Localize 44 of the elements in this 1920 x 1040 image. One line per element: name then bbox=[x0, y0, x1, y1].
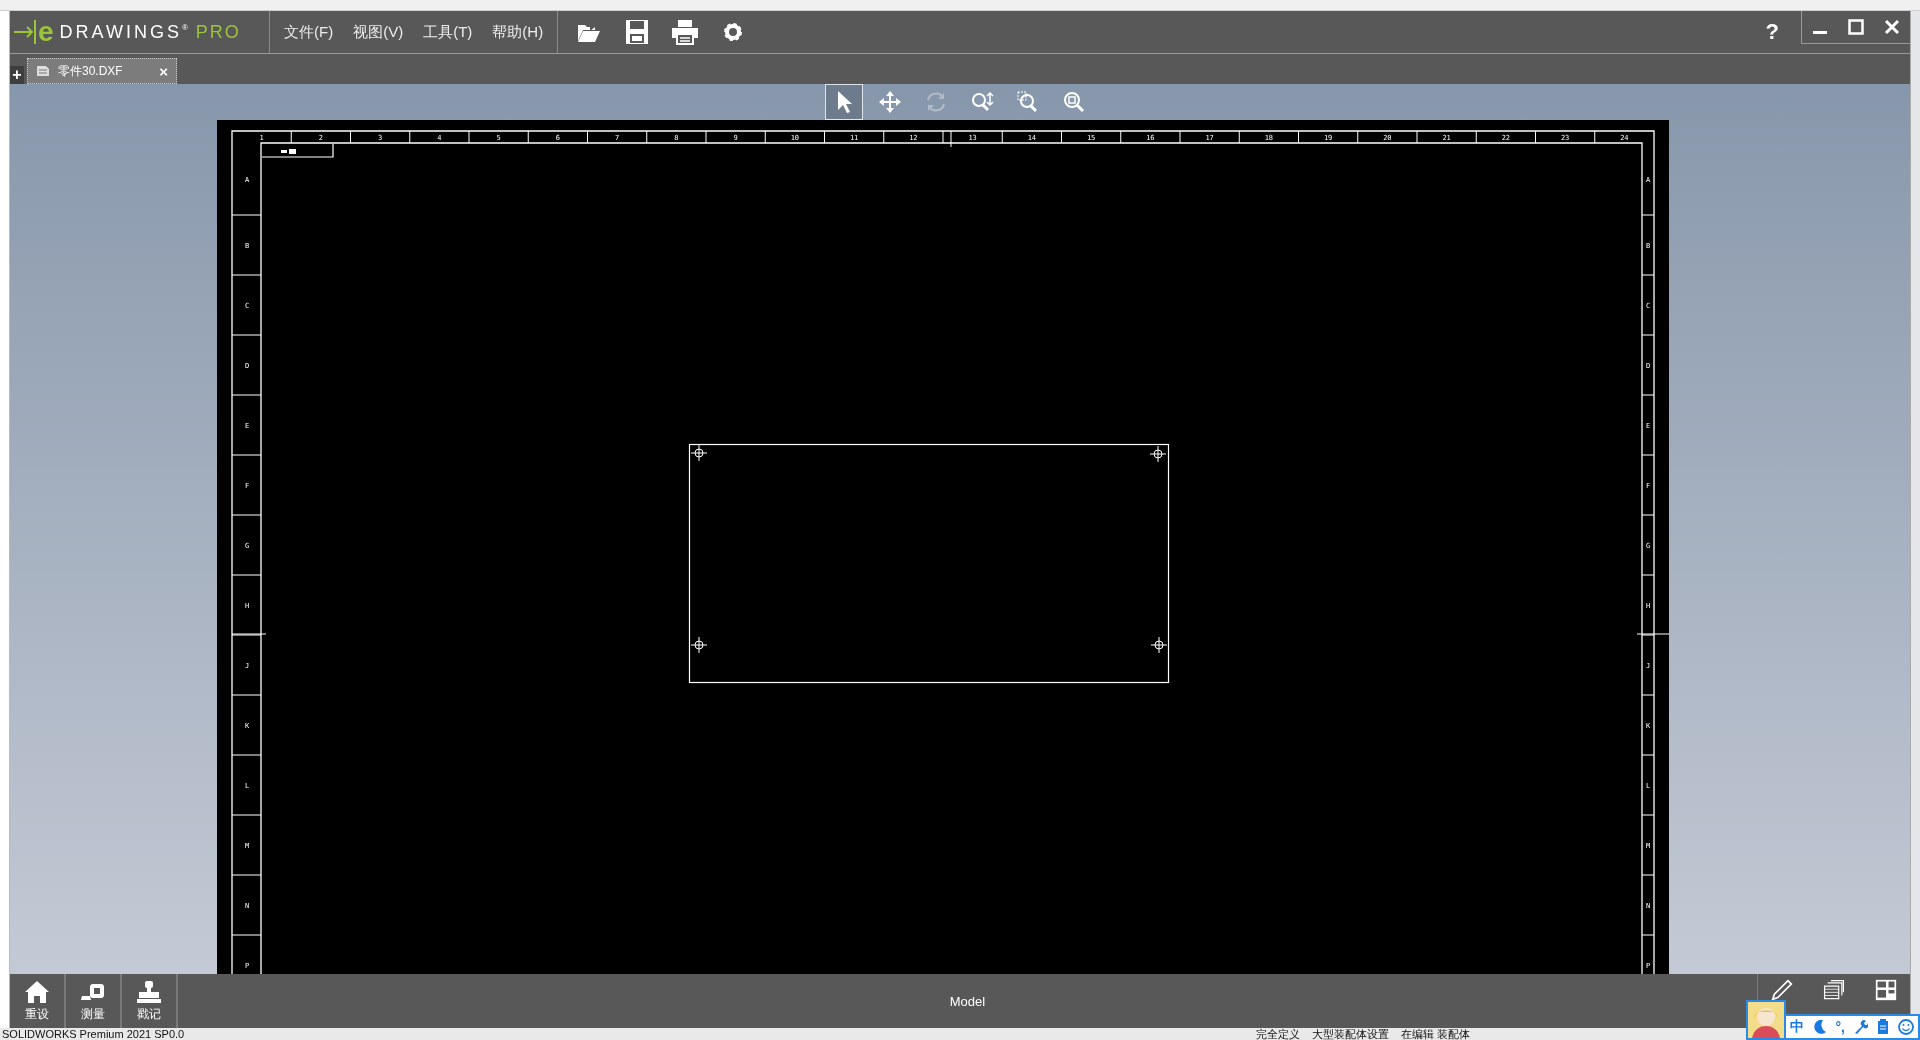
pencil-icon[interactable] bbox=[1771, 979, 1793, 1001]
logo-letter: e bbox=[38, 18, 54, 46]
save-icon[interactable] bbox=[625, 19, 650, 45]
printer-icon[interactable] bbox=[671, 19, 700, 45]
tab-title: 零件30.DXF bbox=[58, 62, 124, 80]
cursor-icon[interactable] bbox=[836, 90, 852, 114]
zoom-area-icon[interactable] bbox=[1016, 90, 1040, 114]
logo-arrow-icon bbox=[14, 20, 38, 44]
maximize-icon[interactable] bbox=[1848, 19, 1864, 35]
center-mark bbox=[690, 636, 708, 654]
move-icon[interactable] bbox=[878, 90, 902, 114]
logo-name: DRAWINGS bbox=[59, 21, 182, 43]
menu-item[interactable]: 帮助(H) bbox=[482, 22, 554, 42]
tab-close-button[interactable]: × bbox=[159, 62, 168, 80]
clipboard-icon[interactable] bbox=[1877, 1019, 1889, 1035]
stamp-icon bbox=[136, 979, 162, 1004]
logo-edition: PRO bbox=[195, 21, 241, 43]
zoom-icon[interactable] bbox=[970, 90, 994, 114]
status-text: 完全定义 bbox=[1256, 1028, 1301, 1040]
moon-icon[interactable] bbox=[1812, 1019, 1827, 1035]
document-tab[interactable]: 零件30.DXF × bbox=[27, 58, 177, 84]
new-tab-button[interactable]: + bbox=[10, 66, 24, 84]
status-text: SOLIDWORKS Premium 2021 SP0.0 bbox=[2, 1028, 185, 1040]
menu-item[interactable]: 工具(T) bbox=[413, 22, 483, 42]
status-text: 在编辑 装配体 bbox=[1401, 1028, 1471, 1040]
help-button[interactable]: ? bbox=[1765, 19, 1779, 45]
zoom-fit-icon[interactable] bbox=[1062, 90, 1086, 114]
trademark-symbol: ® bbox=[181, 23, 188, 32]
sheet-name[interactable]: Model bbox=[949, 993, 986, 1009]
punctuation-button[interactable]: °, bbox=[1835, 1019, 1845, 1035]
home-icon bbox=[24, 979, 50, 1004]
close-icon[interactable] bbox=[1884, 19, 1900, 35]
center-mark bbox=[690, 444, 708, 462]
smiley-icon[interactable] bbox=[1898, 1019, 1914, 1035]
stacked-sheets-icon[interactable] bbox=[1823, 979, 1845, 1001]
menu-item[interactable]: 文件(F) bbox=[274, 22, 344, 42]
wrench-icon[interactable] bbox=[1854, 1019, 1868, 1035]
layout-icon[interactable] bbox=[1875, 979, 1897, 1001]
center-mark bbox=[1150, 636, 1168, 654]
document-icon bbox=[36, 65, 50, 77]
menu-item[interactable]: 视图(V) bbox=[343, 22, 414, 42]
status-text: 大型装配体设置 bbox=[1312, 1028, 1390, 1040]
input-mode-button[interactable]: 中 bbox=[1789, 1018, 1804, 1036]
center-mark bbox=[1149, 445, 1167, 463]
